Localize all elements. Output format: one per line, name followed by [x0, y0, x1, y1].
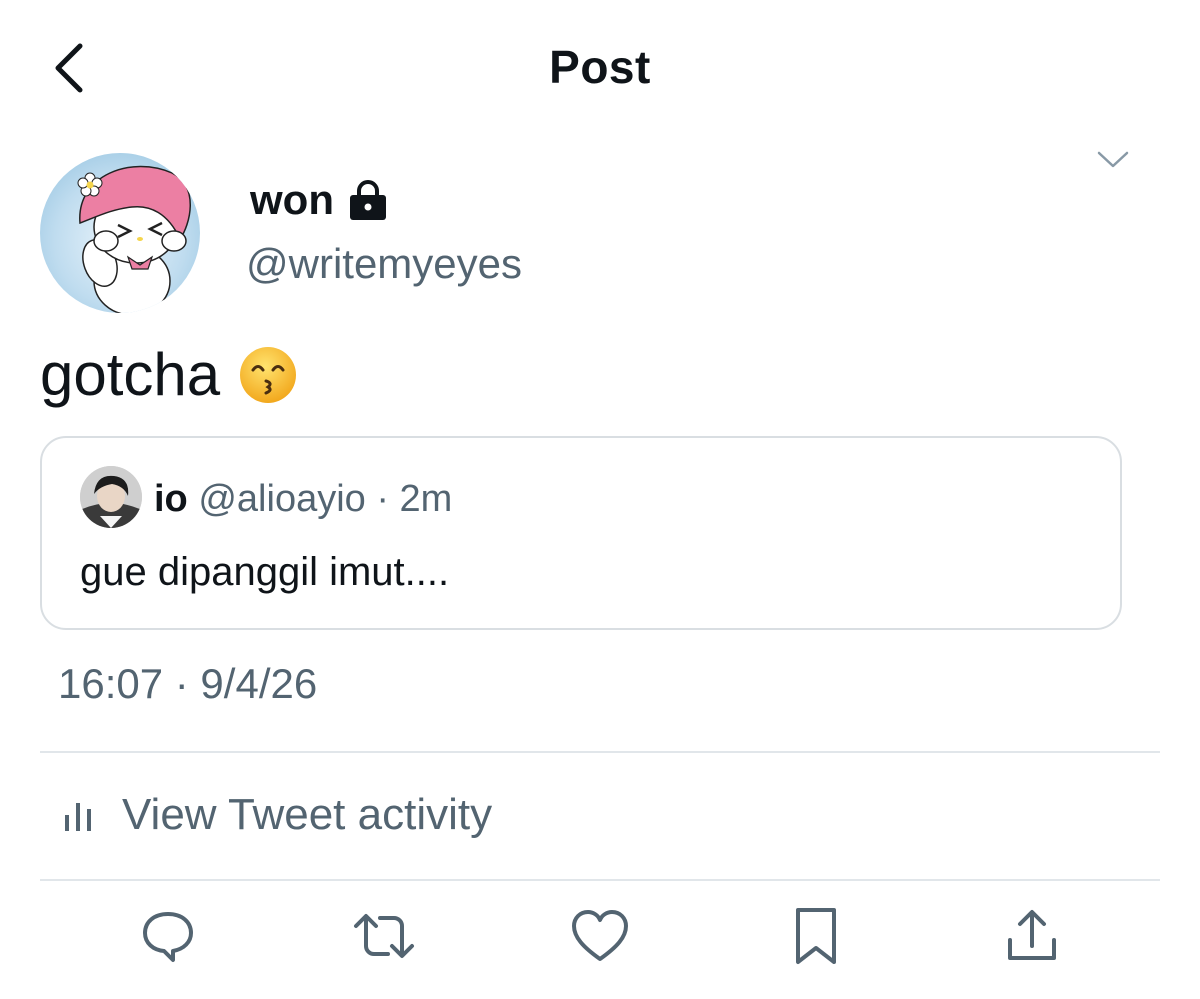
tweet-text-content: gotcha: [40, 341, 221, 408]
chevron-down-icon: [1097, 151, 1129, 168]
avatar[interactable]: [40, 153, 200, 313]
quoted-author-meta: @alioayio · 2m: [198, 478, 453, 520]
quoted-tweet-text: gue dipanggil imut....: [80, 550, 450, 594]
avatar-image: [77, 165, 191, 313]
share-icon: [1008, 910, 1056, 960]
quoted-author-name[interactable]: io: [154, 478, 188, 520]
tweet-text: gotcha: [40, 340, 298, 409]
divider: [40, 879, 1160, 881]
quoted-tweet-header: io @alioayio · 2m: [154, 478, 452, 521]
activity-label: View Tweet activity: [122, 790, 493, 839]
quoted-avatar-image: [80, 466, 142, 528]
share-button[interactable]: [1000, 904, 1064, 968]
bar-chart-icon: [65, 803, 91, 831]
like-icon: [572, 910, 628, 961]
view-tweet-activity-button[interactable]: View Tweet activity: [62, 790, 492, 840]
quoted-avatar[interactable]: [80, 466, 142, 528]
bookmark-icon: [796, 908, 836, 964]
more-options-button[interactable]: [1093, 140, 1133, 180]
like-button[interactable]: [568, 904, 632, 968]
kissing-face-emoji-icon: [240, 346, 297, 403]
page-title: Post: [549, 41, 651, 93]
retweet-icon: [354, 914, 414, 958]
tweet-timestamp: 16:07 · 9/4/26: [58, 660, 318, 707]
author-display-name: won: [250, 176, 334, 223]
bookmark-button[interactable]: [784, 904, 848, 968]
author-name[interactable]: won: [250, 176, 388, 224]
reply-button[interactable]: [136, 904, 200, 968]
divider: [40, 751, 1160, 753]
author-handle[interactable]: @writemyeyes: [246, 240, 522, 288]
lock-icon: [349, 180, 386, 220]
reply-icon: [143, 912, 193, 962]
retweet-button[interactable]: [352, 904, 416, 968]
quoted-tweet-card[interactable]: io @alioayio · 2m gue dipanggil imut....: [40, 436, 1122, 630]
